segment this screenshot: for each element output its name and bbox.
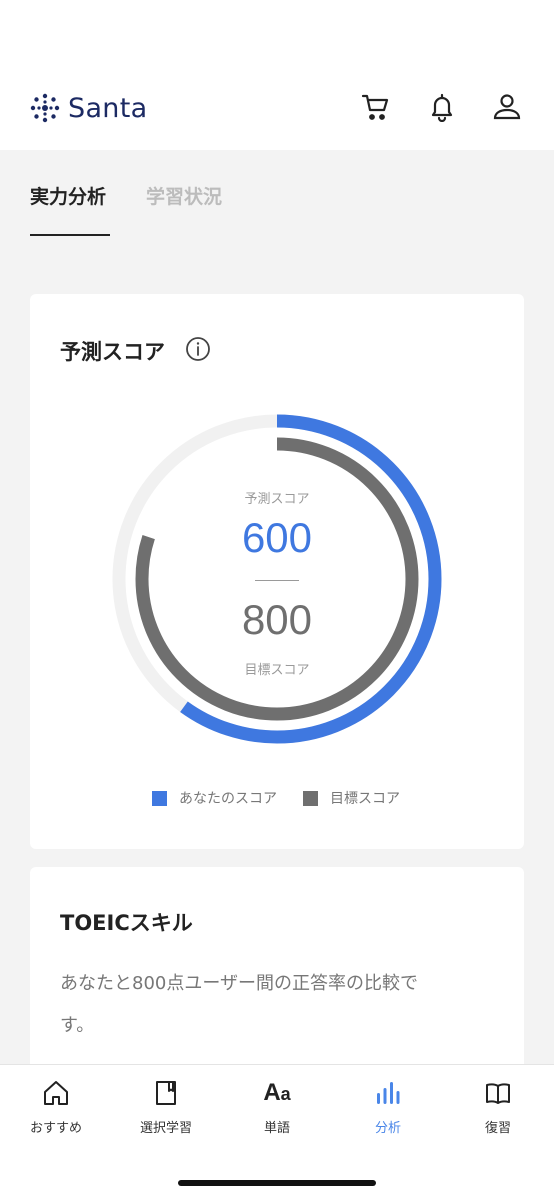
- skill-description: あなたと800点ユーザー間の正答率の比較です。: [60, 973, 418, 1036]
- target-score-label: 目標スコア: [244, 663, 310, 678]
- nav-item-review[interactable]: 復習: [443, 1079, 553, 1149]
- analytics-icon: [377, 1082, 400, 1104]
- aa-icon: Aa: [263, 1079, 291, 1106]
- legend-label-yours: あなたのスコア: [179, 791, 277, 807]
- nav-label: 復習: [484, 1121, 511, 1136]
- legend-label-target: 目標スコア: [330, 791, 400, 807]
- tab-ability-analysis[interactable]: 実力分析: [30, 182, 106, 209]
- open-book-icon: [486, 1083, 510, 1104]
- logo-text: Santa: [68, 92, 148, 124]
- info-icon[interactable]: [185, 336, 211, 362]
- nav-item-analysis[interactable]: 分析: [333, 1079, 443, 1149]
- cart-icon: [361, 94, 389, 120]
- score-legend: あなたのスコア 目標スコア: [30, 788, 524, 810]
- santa-logo-icon: [30, 93, 60, 123]
- nav-label: 単語: [263, 1121, 290, 1136]
- card-title: TOEICスキル: [60, 911, 193, 935]
- nav-label: 選択学習: [139, 1121, 192, 1136]
- notifications-button[interactable]: [427, 92, 457, 123]
- score-gauge-rings: [112, 414, 442, 744]
- target-score-value: 800: [241, 596, 313, 643]
- cart-button[interactable]: [361, 92, 391, 122]
- score-divider: [255, 580, 299, 581]
- home-icon: [44, 1081, 68, 1105]
- book-single-icon: [156, 1081, 176, 1105]
- analysis-tabs: 実力分析 学習状況: [0, 150, 554, 240]
- nav-label: 分析: [374, 1121, 401, 1136]
- home-indicator: [178, 1180, 376, 1186]
- active-tab-indicator: [30, 234, 110, 236]
- app-header: Santa: [0, 0, 554, 150]
- predicted-score-value: 600: [241, 514, 313, 561]
- nav-item-selective-study[interactable]: 選択学習: [111, 1079, 221, 1149]
- tab-learning-status[interactable]: 学習状況: [146, 182, 222, 209]
- nav-item-recommended[interactable]: おすすめ: [1, 1079, 111, 1149]
- legend-swatch-yours: [152, 790, 167, 806]
- legend-your-score: あなたのスコア: [152, 788, 277, 808]
- profile-button[interactable]: [492, 92, 522, 122]
- legend-swatch-target: [303, 790, 318, 806]
- nav-item-vocabulary[interactable]: Aa 単語: [222, 1079, 332, 1149]
- predicted-score-card: 予測スコア 予測スコア 600 800 目標スコア あなたのスコア 目標スコア: [30, 294, 524, 849]
- card-title: 予測スコア: [60, 340, 165, 364]
- predicted-score-label: 予測スコア: [244, 492, 310, 507]
- nav-label: おすすめ: [29, 1121, 82, 1136]
- bell-icon: [431, 93, 453, 123]
- legend-target-score: 目標スコア: [303, 788, 400, 808]
- score-gauge: 予測スコア 600 800 目標スコア: [112, 414, 442, 744]
- user-icon: [493, 94, 521, 120]
- santa-logo[interactable]: Santa: [28, 88, 147, 128]
